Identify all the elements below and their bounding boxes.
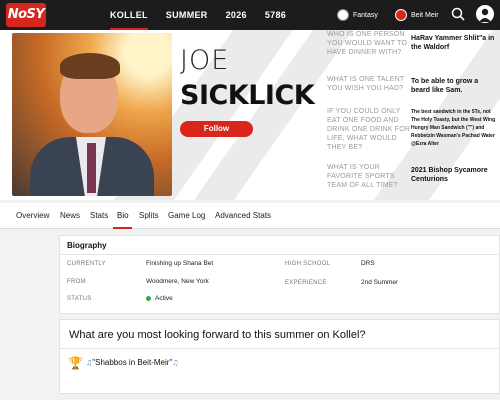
site-logo[interactable]: NoSY [6, 3, 46, 27]
qa-answer: HaRav Yammer Shlit"a in the Waldorf [411, 35, 495, 51]
looking-forward-question: What are you most looking forward to thi… [69, 329, 366, 341]
currently-value: Finishing up Shana Bet [146, 260, 214, 267]
active-tab-indicator [113, 227, 132, 229]
location-label: Beit Meir [411, 11, 439, 19]
nav-links: KOLLEL SUMMER 2026 5786 [110, 0, 286, 30]
qa-question: IF YOU COULD ONLY EAT ONE FOOD AND DRINK… [327, 108, 411, 151]
tab-news[interactable]: News [60, 211, 80, 220]
nav-link-summer[interactable]: SUMMER [166, 10, 208, 20]
looking-forward-card: What are you most looking forward to thi… [59, 319, 500, 394]
tab-splits[interactable]: Splits [139, 211, 159, 220]
tab-game-log[interactable]: Game Log [168, 211, 205, 220]
status-active-icon [146, 295, 151, 301]
player-photo [12, 33, 172, 196]
experience-label: EXPERIENCE [285, 280, 327, 286]
tab-advanced-stats[interactable]: Advanced Stats [215, 211, 271, 220]
user-account-icon[interactable] [476, 5, 494, 23]
location-badge-icon [395, 9, 407, 21]
nav-link-5786[interactable]: 5786 [265, 10, 286, 20]
high-school-value: DRS [361, 260, 375, 267]
biography-title: Biography [67, 241, 107, 250]
qa-question: WHAT IS ONE TALENT YOU WISH YOU HAD? [327, 76, 405, 92]
player-first-name: JOE [180, 45, 230, 76]
fantasy-link[interactable]: Fantasy [337, 7, 378, 23]
high-school-label: HIGH SCHOOL [285, 261, 331, 267]
looking-forward-answer-text: "Shabbos in Beit-Meir" [92, 358, 173, 367]
tab-stats[interactable]: Stats [90, 211, 108, 220]
qa-answer: To be able to grow a beard like Sam. [411, 78, 479, 94]
divider [60, 254, 500, 255]
location-link[interactable]: Beit Meir [395, 7, 439, 23]
looking-forward-answer: ♫"Shabbos in Beit-Meir"♫ [86, 358, 179, 367]
nav-link-kollel[interactable]: KOLLEL [110, 1, 148, 30]
fantasy-label: Fantasy [353, 11, 378, 19]
player-last-name: SICKLICK [180, 80, 315, 111]
from-label: FROM [67, 279, 86, 285]
top-nav: NoSY KOLLEL SUMMER 2026 5786 Fantasy Bei… [0, 0, 500, 30]
tab-overview[interactable]: Overview [16, 211, 49, 220]
status-text: Active [155, 295, 173, 302]
music-notes-icon: ♫ [172, 359, 179, 367]
follow-button[interactable]: Follow [180, 121, 253, 137]
qa-answer: The best sandwich in the 5Ts, not The Ho… [411, 109, 496, 147]
experience-value: 2nd Summer [361, 279, 399, 286]
status-value: Active [146, 295, 173, 302]
player-hero: JOE SICKLICK Follow WHO IS ONE PERSON YO… [0, 30, 500, 200]
status-label: STATUS [67, 296, 92, 302]
divider [60, 348, 500, 349]
player-tabs: Overview News Stats Bio Splits Game Log … [0, 203, 500, 229]
team-badge-icon [337, 9, 349, 21]
trophy-icon: 🏆 [68, 356, 83, 370]
biography-card: Biography CURRENTLY Finishing up Shana B… [59, 235, 500, 314]
search-icon[interactable] [451, 7, 465, 21]
qa-answer: 2021 Bishop Sycamore Centurions [411, 167, 488, 183]
qa-question: WHO IS ONE PERSON YOU WOULD WANT TO HAVE… [327, 31, 408, 56]
nav-link-2026[interactable]: 2026 [226, 10, 247, 20]
tab-bio[interactable]: Bio [117, 211, 129, 220]
currently-label: CURRENTLY [67, 261, 106, 267]
qa-question: WHAT IS YOUR FAVORITE SPORTS TEAM OF ALL… [327, 164, 398, 189]
from-value: Woodmere, New York [146, 278, 209, 285]
